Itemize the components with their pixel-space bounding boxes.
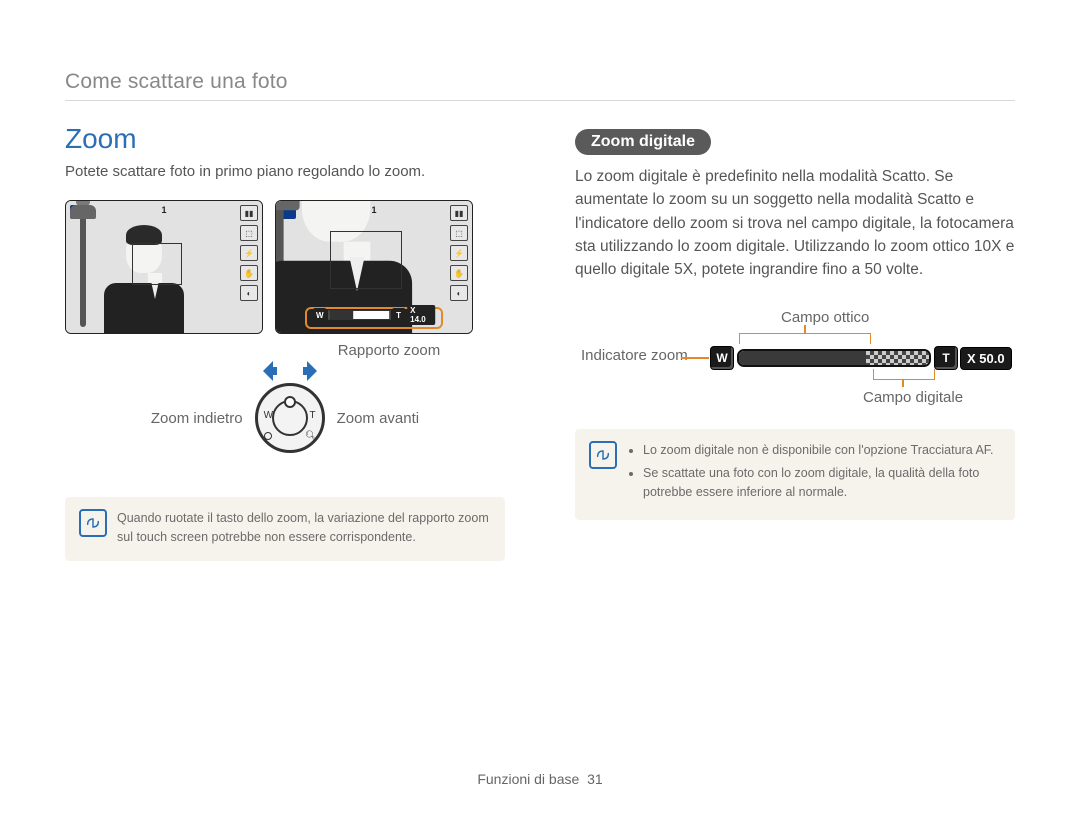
zoom-indicator-value: X 50.0 <box>961 348 1011 369</box>
note-icon <box>589 441 617 469</box>
camera-screen-zoomed: 1 ▮▮ ⬚ ⚡ ✋ ◐ <box>275 200 473 334</box>
zoom-out-label: Zoom indietro <box>151 410 243 427</box>
optical-range <box>739 351 866 365</box>
battery-icon: ▮▮ <box>240 205 258 221</box>
callout-line <box>374 333 376 334</box>
rapporto-zoom-label: Rapporto zoom <box>273 342 505 359</box>
zoom-indicator-diagram: Campo ottico Indicatore zoom W T X 50.0 <box>581 305 1015 415</box>
note-text: Quando ruotate il tasto dello zoom, la v… <box>117 511 489 544</box>
battery-icon: ▮▮ <box>450 205 468 221</box>
timer-icon: ◐ <box>240 285 258 301</box>
zoom-digitale-badge: Zoom digitale <box>575 129 711 155</box>
zoom-w-icon: W <box>313 308 326 322</box>
campo-ottico-label: Campo ottico <box>781 309 869 326</box>
footer-page-number: 31 <box>587 771 603 787</box>
campo-digitale-label: Campo digitale <box>863 389 963 406</box>
zoom-w-icon: W <box>711 347 733 369</box>
bracket-optical-stem <box>804 325 806 333</box>
hand-icon: ✋ <box>450 265 468 281</box>
footer-section: Funzioni di base <box>477 771 579 787</box>
bracket-optical <box>739 333 871 344</box>
focus-box <box>330 231 402 289</box>
dial-circle-icon <box>264 432 272 440</box>
size-icon: ⬚ <box>240 225 258 241</box>
right-icon-column: ▮▮ ⬚ ⚡ ✋ ◐ <box>450 205 468 301</box>
camera-screen-wide: 1 ▮▮ ⬚ ⚡ ✋ ◐ <box>65 200 263 334</box>
note-item: Se scattate una foto con lo zoom digital… <box>643 464 1001 502</box>
zoom-bar: W T X 14.0 <box>313 305 435 325</box>
note-box-right: Lo zoom digitale non è disponibile con l… <box>575 429 1015 519</box>
magnifier-icon: 🔍︎ <box>305 431 318 442</box>
arrow-left-icon <box>257 359 281 383</box>
zoom-ratio-value: X 14.0 <box>407 305 435 325</box>
callout-line <box>681 357 709 359</box>
camera-screens-row: 1 ▮▮ ⬚ ⚡ ✋ ◐ <box>65 200 505 334</box>
counter-icon: 1 <box>161 205 166 215</box>
page-footer: Funzioni di base 31 <box>0 771 1080 787</box>
zoom-digitale-para: Lo zoom digitale è predefinito nella mod… <box>575 165 1015 281</box>
focus-box <box>132 243 182 285</box>
hand-icon: ✋ <box>240 265 258 281</box>
dial-t-label: T <box>309 410 315 421</box>
zoom-track <box>328 310 390 320</box>
streetlamp-graphic <box>80 207 86 327</box>
breadcrumb: Come scattare una foto <box>65 70 1015 101</box>
note-box-left: Quando ruotate il tasto dello zoom, la v… <box>65 497 505 561</box>
zoom-intro: Potete scattare foto in primo piano rego… <box>65 163 505 180</box>
timer-icon: ◐ <box>450 285 468 301</box>
zoom-t-icon: T <box>392 308 405 322</box>
zoom-indicator-bar: W T X 50.0 <box>711 347 1011 369</box>
bracket-digital-stem <box>902 379 904 387</box>
zoom-dial-wrap: W T 🔍︎ <box>255 383 325 453</box>
size-icon: ⬚ <box>450 225 468 241</box>
zoom-in-label: Zoom avanti <box>337 410 420 427</box>
digital-range <box>866 351 929 365</box>
flash-icon: ⚡ <box>240 245 258 261</box>
zoom-dial: W T 🔍︎ <box>255 383 325 453</box>
bracket-digital <box>873 369 935 380</box>
zoom-indicator-track <box>737 349 931 367</box>
note-icon <box>79 509 107 537</box>
left-column: Zoom Potete scattare foto in primo piano… <box>65 123 505 561</box>
note-item: Lo zoom digitale non è disponibile con l… <box>643 441 1001 460</box>
arrow-right-icon <box>299 359 323 383</box>
zoom-t-icon: T <box>935 347 957 369</box>
zoom-dial-row: Zoom indietro W T 🔍︎ <box>65 383 505 453</box>
zoom-heading: Zoom <box>65 123 505 155</box>
right-icon-column: ▮▮ ⬚ ⚡ ✋ ◐ <box>240 205 258 301</box>
flash-icon: ⚡ <box>450 245 468 261</box>
right-column: Zoom digitale Lo zoom digitale è predefi… <box>575 123 1015 561</box>
indicatore-zoom-label: Indicatore zoom <box>581 347 688 364</box>
